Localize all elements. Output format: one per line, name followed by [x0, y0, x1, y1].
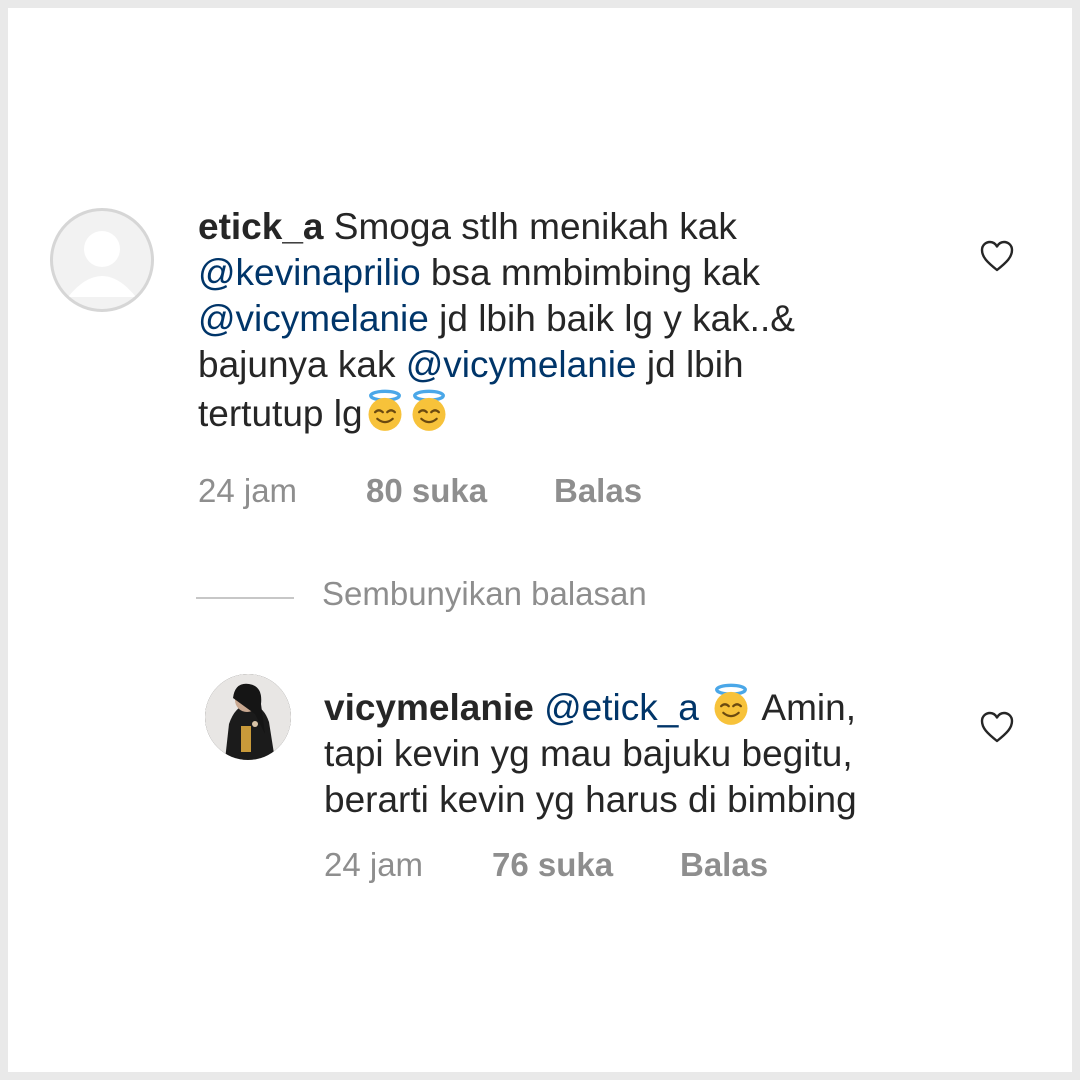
comment-body-part: Smoga stlh menikah kak — [333, 206, 737, 247]
like-count-link[interactable]: 80 suka — [366, 472, 487, 510]
comment-username[interactable]: etick_a — [198, 206, 324, 247]
comment-item: etick_a Smoga stlh menikah kak @kevinapr… — [8, 8, 1072, 548]
divider-line — [196, 597, 294, 599]
reply-text: vicymelanie @etick_a Amin, tapi kevin yg… — [324, 682, 984, 823]
heart-icon[interactable] — [979, 710, 1015, 744]
comment-body-part: bsa mmbimbing kak — [420, 252, 760, 293]
reply-timestamp: 24 jam — [324, 846, 424, 883]
heart-icon[interactable] — [979, 239, 1015, 273]
reply-body-part: berarti kevin yg harus di bimbing — [324, 779, 857, 820]
mention-link[interactable]: @vicymelanie — [198, 298, 429, 339]
reply-button[interactable]: Balas — [554, 472, 642, 510]
mention-link[interactable]: @vicymelanie — [406, 344, 637, 385]
reply-button[interactable]: Balas — [680, 846, 768, 884]
reply-body-part: Amin, — [753, 687, 856, 728]
comment-body-part: tertutup lg — [198, 393, 363, 434]
comment-timestamp: 24 jam — [198, 472, 298, 509]
mention-link[interactable]: @kevinaprilio — [198, 252, 421, 293]
comment-text: etick_a Smoga stlh menikah kak @kevinapr… — [198, 204, 918, 437]
comments-panel: etick_a Smoga stlh menikah kak @kevinapr… — [8, 8, 1072, 1072]
halo-emoji-icon — [407, 388, 451, 432]
reply-body-part: tapi kevin yg mau bajuku begitu, — [324, 733, 853, 774]
halo-emoji-icon — [363, 388, 407, 432]
reply-meta: 24 jam 76 suka Balas — [324, 846, 824, 886]
comment-body-part: jd lbih — [636, 344, 744, 385]
mention-link[interactable]: @etick_a — [544, 687, 699, 728]
comment-body-part: jd lbih baik lg y kak..& — [428, 298, 795, 339]
reply-username[interactable]: vicymelanie — [324, 687, 534, 728]
reply-item: vicymelanie @etick_a Amin, tapi kevin yg… — [8, 648, 1072, 908]
default-avatar-icon[interactable] — [50, 208, 154, 312]
comment-meta: 24 jam 80 suka Balas — [198, 472, 698, 512]
halo-emoji-icon — [709, 682, 753, 726]
like-count-link[interactable]: 76 suka — [492, 846, 613, 884]
hide-replies-label[interactable]: Sembunyikan balasan — [322, 575, 647, 613]
profile-photo-avatar[interactable] — [205, 674, 291, 760]
comment-body-part: bajunya kak — [198, 344, 406, 385]
